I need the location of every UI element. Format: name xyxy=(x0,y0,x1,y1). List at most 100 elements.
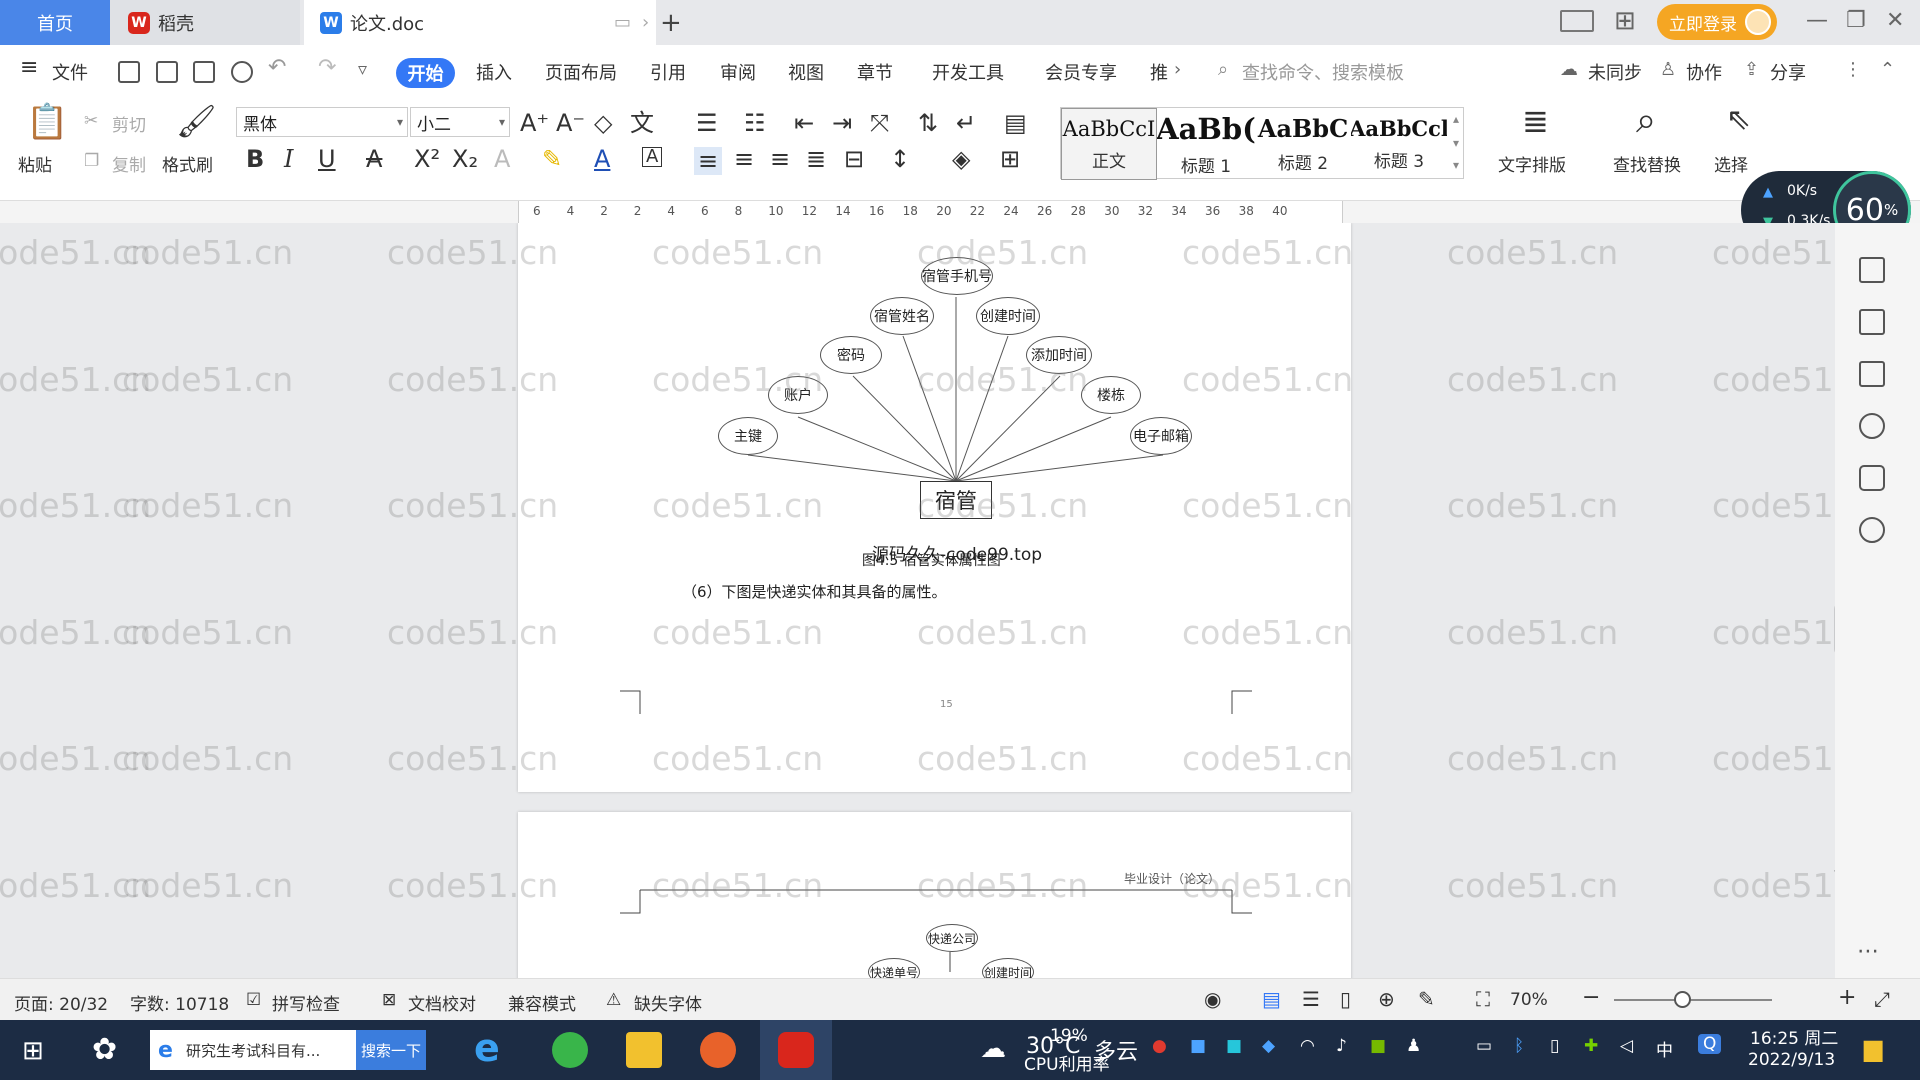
select-button[interactable]: 选择 xyxy=(1714,151,1748,176)
help-icon[interactable] xyxy=(1859,413,1885,439)
highlight-icon[interactable]: ✎ xyxy=(542,147,562,171)
cut-button[interactable]: 剪切 xyxy=(112,111,146,136)
quick-access-dropdown-icon[interactable]: ▿ xyxy=(358,59,367,80)
web-view-icon[interactable]: ⊕ xyxy=(1378,987,1395,1011)
align-center-icon[interactable]: ≡ xyxy=(734,147,754,171)
cut-icon[interactable]: ✂ xyxy=(84,111,98,131)
format-painter-icon[interactable]: 🖌 xyxy=(176,105,217,137)
style-heading-3[interactable]: AaBbCcl 标题 3 xyxy=(1351,108,1447,180)
volume-icon[interactable]: ◁ xyxy=(1620,1036,1633,1056)
bullet-list-icon[interactable]: ☰ xyxy=(696,111,718,135)
app-flower-icon[interactable]: ✿ xyxy=(92,1032,117,1067)
keyboard-icon[interactable]: ▭ xyxy=(1476,1036,1492,1056)
font-size-select[interactable]: 小二 ▾ xyxy=(410,107,510,137)
restore-icon[interactable]: ❐ xyxy=(1846,8,1866,33)
show-marks-icon[interactable]: ↵ xyxy=(956,111,976,135)
format-painter-button[interactable]: 格式刷 xyxy=(162,151,213,176)
menu-tab-insert[interactable]: 插入 xyxy=(476,59,512,85)
tray-shield-icon[interactable]: ◆ xyxy=(1262,1036,1275,1056)
zoom-out-icon[interactable]: − xyxy=(1582,985,1600,1010)
underline-icon[interactable]: U xyxy=(318,147,336,171)
styles-down-icon[interactable]: ▾ xyxy=(1453,136,1459,150)
menu-tab-view[interactable]: 视图 xyxy=(788,59,824,85)
style-heading-2[interactable]: AaBbC 标题 2 xyxy=(1255,108,1351,180)
menu-tab-review[interactable]: 审阅 xyxy=(720,59,756,85)
paste-button[interactable]: 粘贴 xyxy=(18,151,52,176)
tray-plus-icon[interactable]: ✚ xyxy=(1584,1036,1598,1056)
strikethrough-icon[interactable]: A xyxy=(366,147,382,171)
share-button[interactable]: 分享 xyxy=(1770,59,1806,85)
text-layout-icon[interactable]: ≣ xyxy=(1522,105,1549,137)
text-effect-icon[interactable]: A xyxy=(494,147,510,171)
spell-check-button[interactable]: 拼写检查 xyxy=(272,990,340,1015)
mascot-app-icon[interactable] xyxy=(700,1032,736,1068)
new-tab-button[interactable]: + xyxy=(660,0,686,45)
edit-pen-icon[interactable] xyxy=(1859,257,1885,283)
write-view-icon[interactable]: ✎ xyxy=(1418,987,1435,1011)
outline-view-icon[interactable]: ☰ xyxy=(1302,987,1320,1011)
ime-indicator[interactable]: 中 xyxy=(1656,1036,1673,1061)
text-layout-button[interactable]: 文字排版 xyxy=(1498,151,1566,176)
menu-tab-recommend[interactable]: 推 xyxy=(1150,59,1168,85)
pointer-select-icon[interactable] xyxy=(1859,309,1885,335)
menu-tab-start[interactable]: 开始 xyxy=(396,58,455,88)
increase-indent-icon[interactable]: ⇥ xyxy=(832,111,852,135)
menu-tab-developer[interactable]: 开发工具 xyxy=(932,59,1004,85)
tab-wps-docer[interactable]: W 稻壳 xyxy=(110,0,300,45)
collapse-ribbon-icon[interactable]: ⌃ xyxy=(1880,59,1895,80)
zoom-slider-thumb[interactable] xyxy=(1674,991,1691,1008)
menu-tab-member[interactable]: 会员专享 xyxy=(1045,59,1117,85)
styles-more-icon[interactable]: ▾ xyxy=(1453,158,1459,172)
navigation-icon[interactable] xyxy=(1859,517,1885,543)
action-center-icon[interactable]: ▆ xyxy=(1864,1034,1882,1062)
export-icon[interactable] xyxy=(156,61,178,83)
menu-tab-chapter[interactable]: 章节 xyxy=(857,59,893,85)
bold-icon[interactable]: B xyxy=(246,147,264,171)
missing-font-button[interactable]: 缺失字体 xyxy=(634,990,702,1015)
styles-up-icon[interactable]: ▴ xyxy=(1453,112,1459,126)
clock-time[interactable]: 16:25 周二 xyxy=(1750,1024,1838,1049)
wifi-icon[interactable]: ◠ xyxy=(1300,1036,1315,1056)
italic-icon[interactable]: I xyxy=(284,147,293,171)
reading-view-icon[interactable]: ▯ xyxy=(1340,987,1351,1011)
redo-icon[interactable]: ↷ xyxy=(318,55,336,80)
sort-icon[interactable]: ⇅ xyxy=(918,111,938,135)
print-preview-icon[interactable] xyxy=(231,61,253,83)
layout-icon[interactable] xyxy=(1560,10,1594,32)
increase-font-icon[interactable]: A⁺ xyxy=(520,111,549,135)
select-cursor-icon[interactable]: ⇖ xyxy=(1726,105,1751,135)
find-replace-icon[interactable]: ⌕ xyxy=(1636,103,1656,139)
superscript-icon[interactable]: X² xyxy=(414,147,440,171)
close-icon[interactable]: ✕ xyxy=(1886,8,1904,33)
word-count[interactable]: 字数: 10718 xyxy=(130,990,229,1015)
menu-more-chevron-icon[interactable]: › xyxy=(1174,59,1181,80)
tray-app-icon[interactable]: ● xyxy=(1152,1036,1167,1056)
minimize-icon[interactable]: — xyxy=(1806,8,1828,33)
clock-date[interactable]: 2022/9/13 xyxy=(1748,1050,1835,1070)
collab-button[interactable]: 协作 xyxy=(1686,59,1722,85)
style-heading-1[interactable]: AaBb( 标题 1 xyxy=(1157,108,1255,180)
tab-stops-icon[interactable]: ▤ xyxy=(1004,111,1027,135)
font-name-select[interactable]: 黑体 ▾ xyxy=(236,107,408,137)
clear-format-icon[interactable]: ◇ xyxy=(594,111,612,135)
copy-icon[interactable]: ❐ xyxy=(84,151,99,171)
more-horizontal-icon[interactable]: ⋯ xyxy=(1857,939,1879,964)
paste-icon[interactable]: 📋 xyxy=(26,105,68,139)
file-explorer-icon[interactable] xyxy=(626,1032,662,1068)
phonetic-icon[interactable]: 文 xyxy=(630,111,654,135)
taskbar-search-input[interactable]: e 研究生考试科目有... xyxy=(150,1030,356,1070)
adjust-sliders-icon[interactable] xyxy=(1859,361,1885,387)
tray-cloud-icon[interactable]: ■ xyxy=(1226,1036,1242,1056)
font-color-icon[interactable]: A xyxy=(594,147,610,171)
wps-taskbar-button[interactable] xyxy=(760,1020,832,1080)
decrease-indent-icon[interactable]: ⇤ xyxy=(794,111,814,135)
command-search-input[interactable]: 查找命令、搜索模板 xyxy=(1242,59,1404,85)
hamburger-icon[interactable]: ≡ xyxy=(20,55,38,80)
distribute-icon[interactable]: ⊟ xyxy=(844,147,864,171)
proofread-button[interactable]: 文档校对 xyxy=(408,990,476,1015)
tray-chat-icon[interactable]: ■ xyxy=(1190,1036,1206,1056)
borders-icon[interactable]: ⊞ xyxy=(1000,147,1020,171)
menu-tab-page-layout[interactable]: 页面布局 xyxy=(545,59,617,85)
zoom-in-icon[interactable]: + xyxy=(1838,985,1856,1010)
tab-home[interactable]: 首页 xyxy=(0,0,110,45)
